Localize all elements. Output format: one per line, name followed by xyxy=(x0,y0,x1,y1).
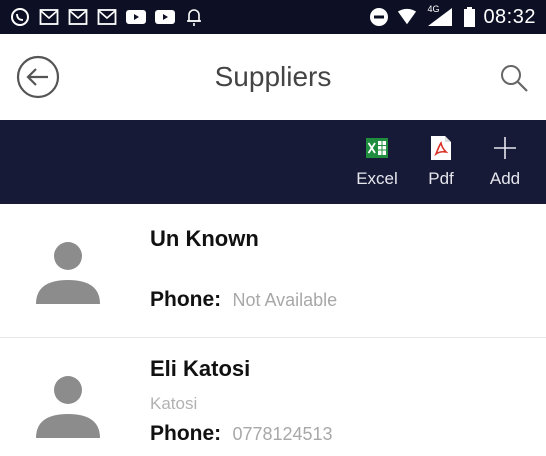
app-bar: Suppliers xyxy=(0,34,546,120)
pdf-icon xyxy=(429,135,453,161)
phone-label: Phone: xyxy=(150,288,222,311)
supplier-phone: Phone: Not Available xyxy=(150,288,337,312)
do-not-disturb-icon xyxy=(369,8,389,26)
supplier-list: Un Known Phone: Not Available Eli Katosi… xyxy=(0,204,546,456)
excel-icon xyxy=(365,135,389,161)
system-status: 4G 08:32 xyxy=(369,4,536,29)
mail-icon xyxy=(68,8,88,26)
person-avatar-icon xyxy=(36,242,100,304)
person-avatar-icon xyxy=(36,376,100,438)
phone-value: 0778124513 xyxy=(232,424,333,444)
export-excel-button[interactable]: Excel xyxy=(354,135,400,189)
supplier-name: Un Known xyxy=(150,226,259,251)
battery-icon xyxy=(463,7,475,27)
pdf-label: Pdf xyxy=(428,169,454,188)
supplier-company: Katosi xyxy=(150,394,198,413)
search-button[interactable] xyxy=(498,62,530,94)
supplier-name: Eli Katosi xyxy=(150,356,251,381)
phone-value: Not Available xyxy=(232,290,338,310)
supplier-row[interactable]: Eli Katosi Katosi Phone: 0778124513 xyxy=(0,338,546,456)
notification-icons xyxy=(10,8,204,26)
supplier-phone: Phone: 0778124513 xyxy=(150,422,333,446)
clock: 08:32 xyxy=(483,5,536,28)
supplier-row[interactable]: Un Known Phone: Not Available xyxy=(0,204,546,338)
mail-icon xyxy=(97,8,117,26)
wifi-icon xyxy=(397,8,417,26)
action-toolbar: Excel Pdf Add xyxy=(0,120,546,204)
network-type: 4G xyxy=(427,4,440,14)
page-title: Suppliers xyxy=(214,61,332,92)
search-icon xyxy=(501,65,528,92)
add-supplier-button[interactable]: Add xyxy=(482,135,528,189)
whatsapp-icon xyxy=(10,8,30,26)
plus-icon xyxy=(493,135,517,161)
youtube-icon xyxy=(155,8,175,26)
youtube-icon xyxy=(126,8,146,26)
add-label: Add xyxy=(489,169,521,188)
status-bar: 4G 08:32 xyxy=(0,0,546,34)
phone-label: Phone: xyxy=(150,422,222,445)
bell-icon xyxy=(184,8,204,26)
mail-icon xyxy=(39,8,59,26)
excel-label: Excel xyxy=(356,169,398,188)
signal-icon: 4G xyxy=(425,4,455,26)
export-pdf-button[interactable]: Pdf xyxy=(418,135,464,189)
